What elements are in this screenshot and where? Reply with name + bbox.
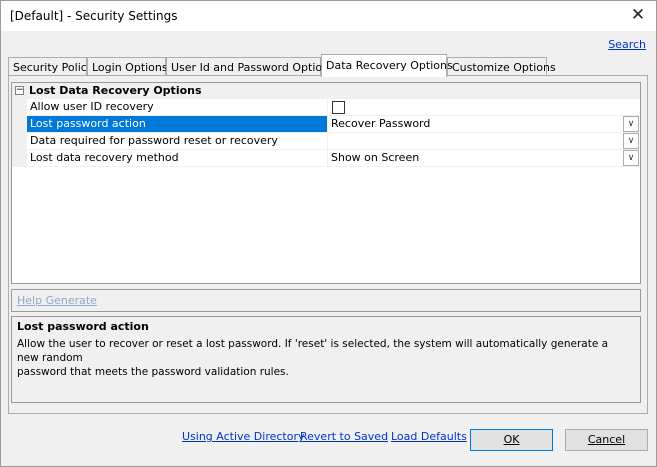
tab-customize-options[interactable]: Customize Options <box>447 57 556 77</box>
load-defaults-link[interactable]: Load Defaults <box>391 430 467 443</box>
property-grid: − Lost Data Recovery Options Allow user … <box>11 82 641 284</box>
chevron-down-icon[interactable]: ∨ <box>623 116 639 132</box>
property-row-allow-user-id-recovery[interactable]: Allow user ID recovery <box>12 99 640 116</box>
chevron-down-icon[interactable]: ∨ <box>623 150 639 166</box>
cancel-button-label: Cancel <box>587 433 626 446</box>
help-line-2: password that meets the password validat… <box>17 366 289 378</box>
using-active-directory-link[interactable]: Using Active Directory <box>182 430 305 443</box>
category-label: Lost Data Recovery Options <box>29 84 202 97</box>
property-row-lost-data-recovery-method[interactable]: Lost data recovery method Show on Screen… <box>12 150 640 167</box>
ok-button[interactable]: OK <box>470 429 553 451</box>
window-title: [Default] - Security Settings <box>10 9 178 23</box>
property-value[interactable]: Show on Screen ∨ <box>328 150 640 167</box>
data-recovery-panel: − Lost Data Recovery Options Allow user … <box>8 75 648 414</box>
property-name[interactable]: Lost data recovery method <box>27 150 328 167</box>
help-title: Lost password action <box>17 320 149 333</box>
close-icon[interactable]: ✕ <box>626 5 650 27</box>
cancel-button[interactable]: Cancel <box>565 429 648 451</box>
tab-data-recovery-options[interactable]: Data Recovery Options <box>321 54 453 77</box>
revert-to-saved-link[interactable]: Revert to Saved <box>300 430 388 443</box>
lost-data-recovery-method-value: Show on Screen <box>331 151 420 164</box>
property-row-lost-password-action[interactable]: Lost password action Recover Password ∨ <box>12 116 640 133</box>
property-row-data-required[interactable]: Data required for password reset or reco… <box>12 133 640 150</box>
security-settings-window: [Default] - Security Settings ✕ Search S… <box>0 0 657 467</box>
help-pane: Lost password action Allow the user to r… <box>11 316 641 403</box>
lost-password-action-value: Recover Password <box>331 117 431 130</box>
command-pane: Help Generate <box>11 289 641 312</box>
property-value[interactable]: Recover Password ∨ <box>328 116 640 133</box>
help-line-1: Allow the user to recover or reset a los… <box>17 338 609 364</box>
row-gutter <box>12 133 27 150</box>
category-row: − Lost Data Recovery Options <box>12 83 640 99</box>
collapse-icon[interactable]: − <box>15 86 24 95</box>
property-name[interactable]: Data required for password reset or reco… <box>27 133 328 150</box>
row-gutter <box>12 116 27 133</box>
title-bar: [Default] - Security Settings ✕ <box>1 1 656 31</box>
help-description: Allow the user to recover or reset a los… <box>17 337 617 379</box>
row-gutter <box>12 99 27 116</box>
property-name[interactable]: Allow user ID recovery <box>27 99 328 116</box>
tab-login-options[interactable]: Login Options <box>87 57 168 77</box>
allow-user-id-recovery-checkbox[interactable] <box>332 101 345 114</box>
tab-user-id-password-options[interactable]: User Id and Password Options <box>166 57 335 77</box>
chevron-down-icon[interactable]: ∨ <box>623 133 639 149</box>
property-name[interactable]: Lost password action <box>27 116 328 133</box>
ok-button-label: OK <box>503 433 520 446</box>
row-gutter <box>12 150 27 167</box>
property-value <box>328 99 640 116</box>
help-generate-link[interactable]: Help Generate <box>17 294 97 307</box>
property-value[interactable]: ∨ <box>328 133 640 150</box>
search-link[interactable]: Search <box>608 38 646 51</box>
tab-security-policy[interactable]: Security Policy <box>8 57 93 77</box>
